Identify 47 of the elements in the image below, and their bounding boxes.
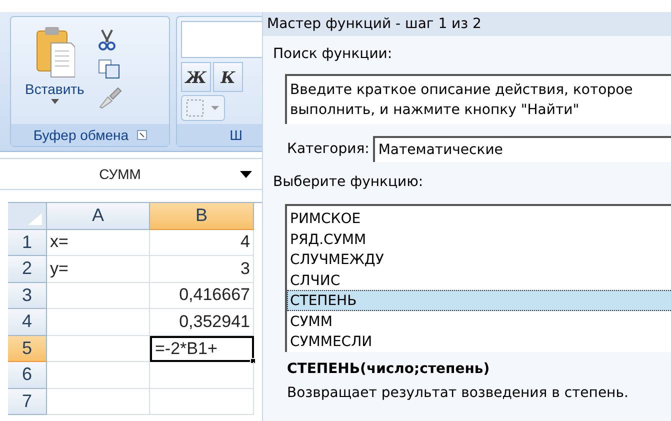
group-label: Буфер обмена	[33, 126, 129, 145]
scissors-icon	[98, 29, 116, 51]
function-signature: СТЕПЕНЬ(число;степень)	[287, 361, 491, 377]
name-box[interactable]: СУММ	[0, 158, 262, 190]
copy-icon	[98, 59, 120, 79]
active-cell: =-2*B1+	[150, 336, 254, 362]
table-cell: x=	[47, 230, 150, 256]
paste-button[interactable]: Вставить	[25, 25, 84, 124]
table-cell: 0,416667	[150, 282, 254, 309]
dropdown-caret-icon[interactable]	[240, 170, 252, 178]
function-description: Возвращает результат возведения в степень.	[287, 385, 630, 401]
row-header[interactable]: 7	[8, 388, 47, 415]
function-list-label: Выберите функцию:	[273, 174, 424, 190]
dialog-title: Мастер функций - шаг 1 из 2	[263, 12, 671, 36]
function-item[interactable]: РЯД.СУММ	[287, 228, 671, 249]
function-item[interactable]: СУММ	[287, 310, 671, 331]
font-name-field[interactable]	[181, 21, 262, 58]
table-cell: y=	[47, 256, 150, 282]
table-cell: 3	[150, 256, 254, 282]
caret-icon	[50, 99, 59, 104]
column-header[interactable]: B	[150, 203, 254, 230]
search-field[interactable]: Введите краткое описание действия, которое выполнить, и нажмите кнопку "Найти"	[285, 74, 671, 124]
table-cell: 4	[150, 230, 254, 256]
row-header[interactable]: 2	[8, 256, 47, 282]
row-header[interactable]: 4	[8, 309, 47, 336]
function-item[interactable]: СТЕПЕНЬ	[287, 290, 671, 310]
column-header[interactable]: A	[47, 203, 150, 230]
row-header[interactable]: 5	[8, 336, 47, 362]
row-header[interactable]: 6	[8, 362, 47, 388]
category-dropdown[interactable]: Математические	[373, 136, 671, 162]
function-item[interactable]: СУММЕСЛИ	[287, 331, 671, 352]
dialog-launcher-icon[interactable]	[136, 130, 147, 140]
fill-handle[interactable]	[250, 358, 256, 364]
brush-icon	[98, 87, 122, 109]
bold-button[interactable]: Ж	[181, 62, 211, 92]
corner-triangle-icon	[28, 212, 42, 224]
clipboard-icon	[34, 25, 75, 79]
table-cell: 0,352941	[150, 309, 254, 336]
group-label: Ш	[230, 126, 242, 145]
italic-button[interactable]: К	[213, 62, 243, 92]
row-header[interactable]: 3	[8, 282, 47, 309]
function-item[interactable]: СЛУЧМЕЖДУ	[287, 249, 671, 270]
function-item[interactable]: РИМСКОЕ	[287, 208, 671, 228]
category-label: Категория:	[287, 141, 370, 157]
function-item[interactable]: СЛЧИС	[287, 270, 671, 290]
row-header[interactable]: 1	[8, 230, 47, 256]
search-label: Поиск функции:	[273, 46, 394, 62]
